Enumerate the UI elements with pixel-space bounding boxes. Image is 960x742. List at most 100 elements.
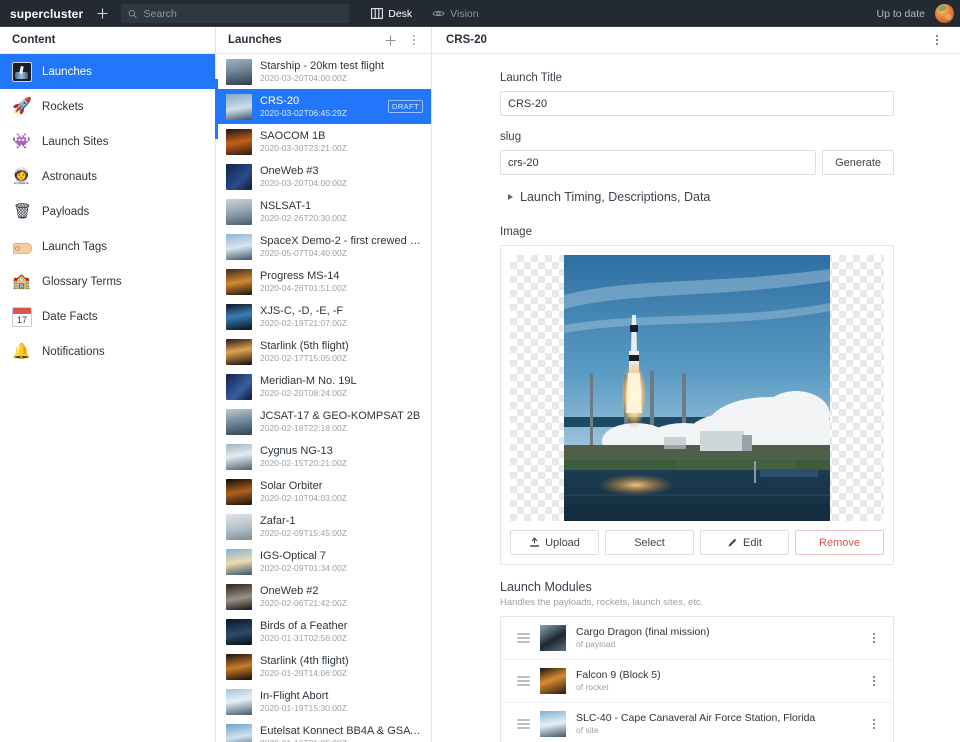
search-input[interactable] bbox=[143, 7, 343, 20]
list-item[interactable]: Birds of a Feather 2020-01-31T02:56:00Z bbox=[216, 614, 431, 649]
list-item[interactable]: SpaceX Demo-2 - first crewed flight 2020-… bbox=[216, 229, 431, 264]
launch-module-row[interactable]: SLC-40 - Cape Canaveral Air Force Statio… bbox=[501, 703, 893, 742]
list-item-date: 2020-01-31T02:56:00Z bbox=[260, 632, 347, 643]
list-item-thumbnail bbox=[226, 688, 252, 715]
tab-vision-label: Vision bbox=[450, 7, 479, 20]
edit-image-button[interactable]: Edit bbox=[700, 530, 789, 555]
sidebar-item-astronauts[interactable]: Astronauts bbox=[0, 159, 215, 194]
list-item-title: Starlink (4th flight) bbox=[260, 654, 349, 667]
list-item-title: OneWeb #2 bbox=[260, 584, 319, 597]
list-item-title: CRS-20 bbox=[260, 94, 300, 107]
list-item[interactable]: Starlink (5th flight) 2020-02-17T15:05:00… bbox=[216, 334, 431, 369]
launch-timing-section-label: Launch Timing, Descriptions, Data bbox=[520, 190, 711, 204]
list-item[interactable]: Solar Orbiter 2020-02-10T04:03:00Z bbox=[216, 474, 431, 509]
sidebar-item-launch-tags[interactable]: Launch Tags bbox=[0, 229, 215, 264]
drag-handle-icon[interactable] bbox=[517, 674, 530, 689]
list-item[interactable]: Zafar-1 2020-02-09T15:45:00Z bbox=[216, 509, 431, 544]
list-item-date: 2020-02-19T21:07:00Z bbox=[260, 317, 347, 328]
list-item-thumbnail bbox=[226, 128, 252, 155]
list-item-thumbnail bbox=[226, 723, 252, 742]
document-menu-button[interactable] bbox=[928, 31, 946, 49]
status-badge: DRAFT bbox=[388, 100, 423, 113]
image-card: Upload Select Edit Remove bbox=[500, 245, 894, 565]
new-document-button[interactable] bbox=[89, 4, 115, 24]
sidebar-item-glossary-terms[interactable]: Glossary Terms bbox=[0, 264, 215, 299]
launch-module-row[interactable]: Falcon 9 (Block 5) of rocket bbox=[501, 660, 893, 703]
sidebar-header: Content bbox=[0, 27, 215, 54]
sidebar-item-payloads[interactable]: Payloads bbox=[0, 194, 215, 229]
remove-image-button[interactable]: Remove bbox=[795, 530, 884, 555]
list-item[interactable]: OneWeb #2 2020-02-06T21:42:00Z bbox=[216, 579, 431, 614]
list-item[interactable]: Eutelsat Konnect BB4A & GSAT-302020-01-1… bbox=[216, 719, 431, 742]
list-item-thumbnail bbox=[226, 268, 252, 295]
list-item-title: Solar Orbiter bbox=[260, 479, 323, 492]
list-item[interactable]: Starlink (4th flight) 2020-01-29T14:06:00… bbox=[216, 649, 431, 684]
list-item[interactable]: Meridian-M No. 19L 2020-02-20T08:24:00Z bbox=[216, 369, 431, 404]
list-item-date: 2020-02-06T21:42:00Z bbox=[260, 597, 347, 608]
upload-image-button[interactable]: Upload bbox=[510, 530, 599, 555]
avatar[interactable] bbox=[935, 4, 954, 23]
generate-slug-button[interactable]: Generate bbox=[822, 150, 894, 175]
sidebar-item-launch-sites[interactable]: Launch Sites bbox=[0, 124, 215, 159]
module-text: Cargo Dragon (final mission) of payload bbox=[576, 626, 857, 650]
launch-module-row[interactable]: Cargo Dragon (final mission) of payload bbox=[501, 617, 893, 660]
module-menu-button[interactable] bbox=[867, 676, 881, 686]
sidebar-item-date-facts[interactable]: Date Facts bbox=[0, 299, 215, 334]
list-item[interactable]: Starship - 20km test flight 2020-03-20T04… bbox=[216, 54, 431, 89]
add-launch-button[interactable] bbox=[381, 31, 399, 49]
list-menu-button[interactable] bbox=[405, 31, 423, 49]
list-item-text: IGS-Optical 7 2020-02-09T01:34:00Z bbox=[260, 550, 423, 574]
list-item-text: OneWeb #3 2020-03-20T04:00:00Z bbox=[260, 165, 423, 189]
tab-desk[interactable]: Desk bbox=[371, 8, 412, 20]
sidebar-item-label: Launches bbox=[42, 65, 92, 78]
list-item[interactable]: CRS-20 2020-03-02T06:45:29Z DRAFT bbox=[216, 89, 431, 124]
select-image-button[interactable]: Select bbox=[605, 530, 694, 555]
launch-timing-section-toggle[interactable]: Launch Timing, Descriptions, Data bbox=[508, 190, 894, 204]
sidebar-item-notifications[interactable]: Notifications bbox=[0, 334, 215, 369]
module-menu-button[interactable] bbox=[867, 633, 881, 643]
list-item-thumbnail bbox=[226, 93, 252, 120]
list-item[interactable]: Progress MS-14 2020-04-26T01:51:00Z bbox=[216, 264, 431, 299]
page-title: CRS-20 bbox=[446, 34, 487, 46]
list-item-text: Birds of a Feather 2020-01-31T02:56:00Z bbox=[260, 620, 423, 644]
list-item[interactable]: NSLSAT-1 2020-02-26T20:30:00Z bbox=[216, 194, 431, 229]
launch-title-input[interactable] bbox=[500, 91, 894, 116]
list-item-title: SAOCOM 1B bbox=[260, 129, 326, 142]
eye-icon bbox=[432, 10, 445, 17]
list-item-title: NSLSAT-1 bbox=[260, 199, 312, 212]
image-actions: Upload Select Edit Remove bbox=[510, 530, 884, 555]
tag-icon bbox=[12, 237, 32, 257]
list-item[interactable]: OneWeb #3 2020-03-20T04:00:00Z bbox=[216, 159, 431, 194]
document-form: Launch Title slug Generate Launch Timing… bbox=[500, 72, 894, 742]
drag-handle-icon[interactable] bbox=[517, 631, 530, 646]
list-item-date: 2020-01-29T14:06:00Z bbox=[260, 667, 347, 678]
list-item[interactable]: In-Flight Abort 2020-01-19T15:30:00Z bbox=[216, 684, 431, 719]
launches-list-panel: Launches Starship - 20km test flight 2020… bbox=[215, 27, 432, 742]
sidebar-item-rockets[interactable]: Rockets bbox=[0, 89, 215, 124]
list-item[interactable]: SAOCOM 1B 2020-03-30T23:21:00Z bbox=[216, 124, 431, 159]
slug-input[interactable] bbox=[500, 150, 817, 175]
pencil-icon bbox=[728, 538, 737, 547]
list-item-thumbnail bbox=[226, 163, 252, 190]
search-box[interactable] bbox=[121, 4, 350, 23]
list-item-date: 2020-02-20T08:24:00Z bbox=[260, 387, 347, 398]
sync-status: Up to date bbox=[876, 7, 925, 20]
launch-title-label: Launch Title bbox=[500, 72, 563, 84]
list-item-thumbnail bbox=[226, 653, 252, 680]
list-item[interactable]: IGS-Optical 7 2020-02-09T01:34:00Z bbox=[216, 544, 431, 579]
launches-list[interactable]: Starship - 20km test flight 2020-03-20T04… bbox=[216, 54, 431, 742]
list-item-thumbnail bbox=[226, 58, 252, 85]
alien-monster-icon bbox=[12, 132, 32, 152]
sidebar-title: Content bbox=[12, 34, 56, 46]
list-item[interactable]: XJS-C, -D, -E, -F 2020-02-19T21:07:00Z bbox=[216, 299, 431, 334]
list-item-text: Meridian-M No. 19L 2020-02-20T08:24:00Z bbox=[260, 375, 423, 399]
sidebar-item-launches[interactable]: Launches bbox=[0, 54, 215, 89]
tab-vision[interactable]: Vision bbox=[432, 7, 479, 20]
drag-handle-icon[interactable] bbox=[517, 717, 530, 732]
list-item-text: CRS-20 2020-03-02T06:45:29Z bbox=[260, 95, 376, 119]
list-item-thumbnail bbox=[226, 338, 252, 365]
module-menu-button[interactable] bbox=[867, 719, 881, 729]
list-item[interactable]: Cygnus NG-13 2020-02-15T20:21:00Z bbox=[216, 439, 431, 474]
list-item[interactable]: JCSAT-17 & GEO-KOMPSAT 2B 2020-02-18T22:1… bbox=[216, 404, 431, 439]
list-item-text: Starship - 20km test flight 2020-03-20T04… bbox=[260, 60, 423, 84]
